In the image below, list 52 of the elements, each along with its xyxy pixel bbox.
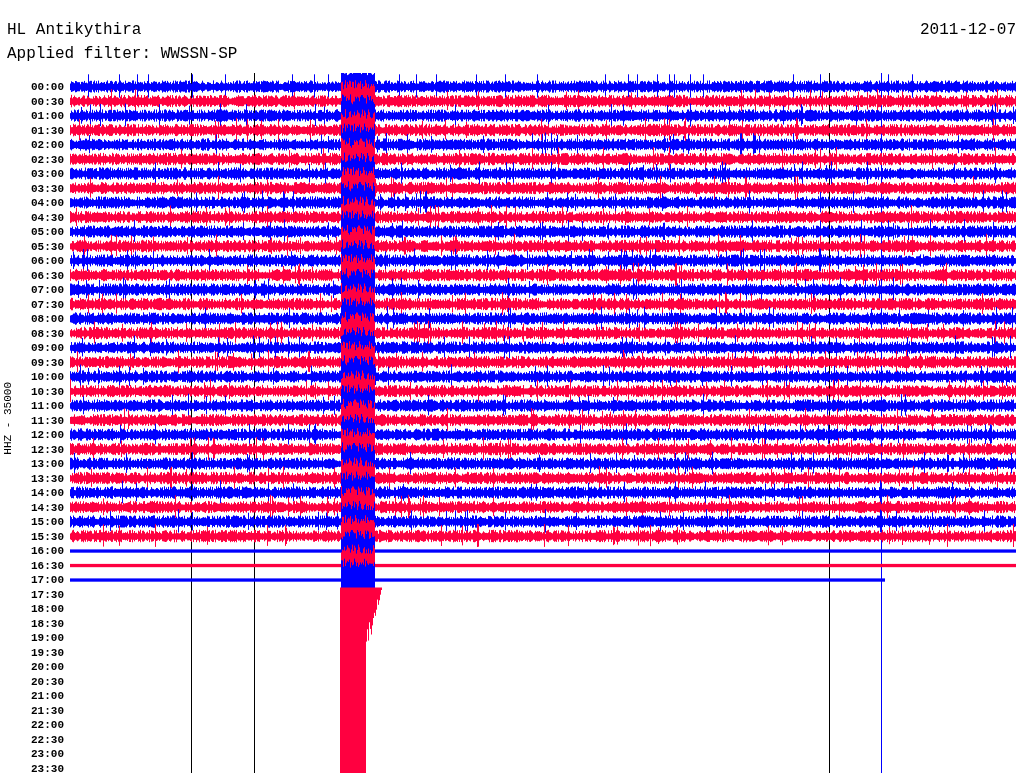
time-label: 02:00	[31, 139, 64, 151]
time-label: 22:30	[31, 733, 64, 746]
time-label: 11:00	[31, 400, 64, 412]
time-label: 04:00	[31, 197, 64, 209]
time-label: 12:00	[31, 429, 64, 441]
time-label: 03:30	[31, 182, 64, 195]
time-label: 07:00	[31, 284, 64, 296]
time-label: 08:30	[31, 327, 64, 340]
time-label: 09:30	[31, 356, 64, 369]
time-label: 08:00	[31, 313, 64, 325]
time-label: 18:00	[31, 603, 64, 615]
time-label: 04:30	[31, 211, 64, 224]
time-label: 15:30	[31, 530, 64, 543]
time-label: 11:30	[31, 414, 64, 427]
time-label: 16:30	[31, 559, 64, 572]
time-label: 20:00	[31, 661, 64, 673]
time-label: 23:00	[31, 748, 64, 760]
time-label: 01:30	[31, 124, 64, 137]
time-label: 17:30	[31, 588, 64, 601]
time-label: 10:00	[31, 371, 64, 383]
date-label: 2011-12-07	[920, 20, 1016, 41]
time-label: 20:30	[31, 675, 64, 688]
time-label: 01:00	[31, 110, 64, 122]
time-label: 19:30	[31, 646, 64, 659]
time-label: 00:30	[31, 95, 64, 108]
time-label: 18:30	[31, 617, 64, 630]
station-title: HL Antikythira	[7, 20, 142, 41]
time-label: 02:30	[31, 153, 64, 166]
time-label: 10:30	[31, 385, 64, 398]
time-label: 15:00	[31, 516, 64, 528]
time-label: 03:00	[31, 168, 64, 180]
time-label: 16:00	[31, 545, 64, 557]
filter-label: Applied filter: WWSSN-SP	[7, 45, 238, 63]
time-label: 05:00	[31, 226, 64, 238]
time-label: 07:30	[31, 298, 64, 311]
time-label: 09:00	[31, 342, 64, 354]
time-label: 12:30	[31, 443, 64, 456]
time-label: 14:00	[31, 487, 64, 499]
time-label: 00:00	[31, 81, 64, 93]
time-label: 19:00	[31, 632, 64, 644]
time-label: 06:00	[31, 255, 64, 267]
axis-label: HHZ - 35000	[1, 381, 14, 455]
time-label: 14:30	[31, 501, 64, 514]
time-label: 05:30	[31, 240, 64, 253]
time-label: 17:00	[31, 574, 64, 586]
time-label: 21:00	[31, 690, 64, 702]
time-label: 21:30	[31, 704, 64, 717]
time-label: 13:30	[31, 472, 64, 485]
time-label: 22:00	[31, 719, 64, 731]
time-label: 23:30	[31, 762, 64, 775]
time-label: 13:00	[31, 458, 64, 470]
time-label: 06:30	[31, 269, 64, 282]
